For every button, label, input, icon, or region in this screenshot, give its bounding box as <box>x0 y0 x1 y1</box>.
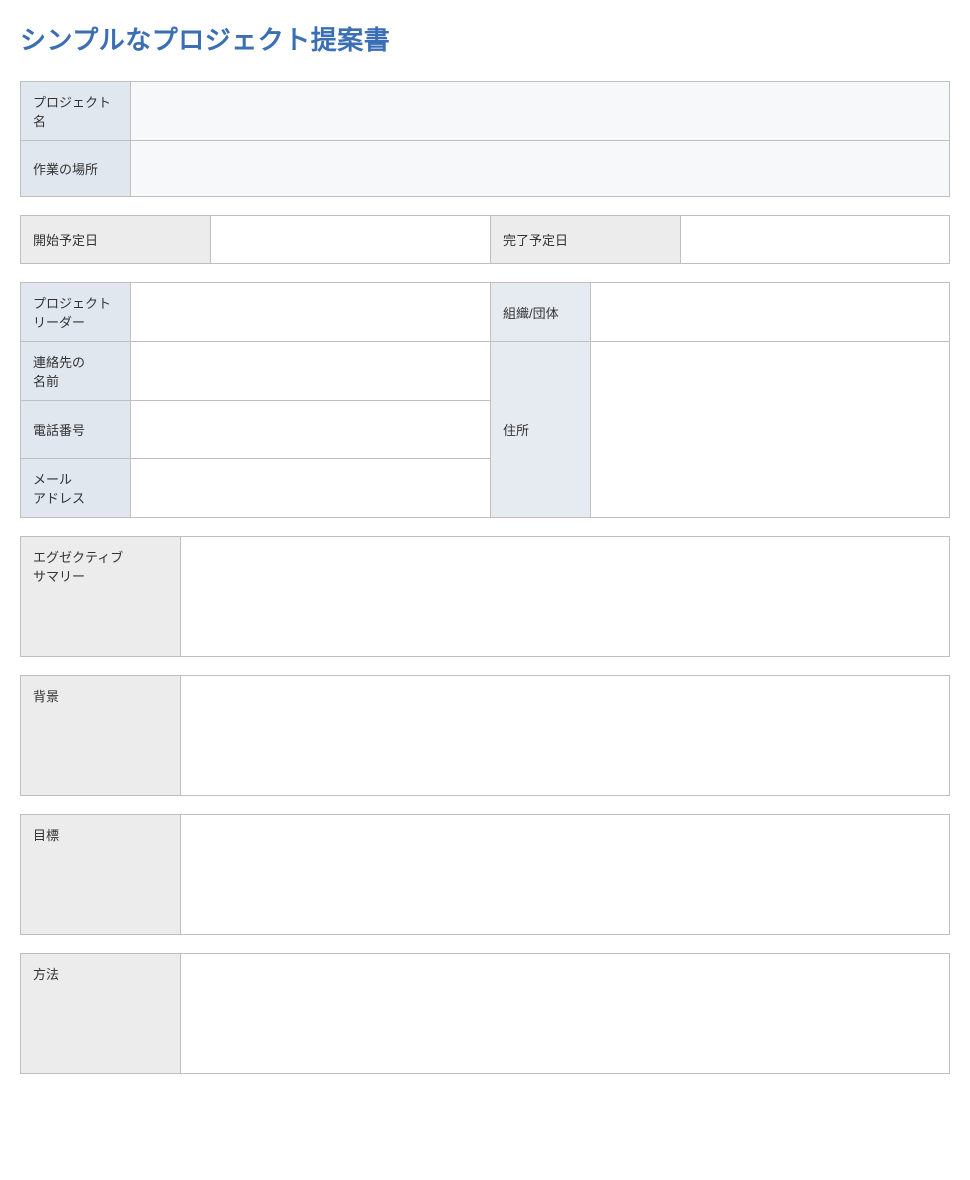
dates-table: 開始予定日 完了予定日 <box>20 215 950 264</box>
document-title: シンプルなプロジェクト提案書 <box>20 20 950 57</box>
end-date-label: 完了予定日 <box>491 216 681 264</box>
work-location-field[interactable] <box>131 141 950 197</box>
executive-summary-label: エグゼクティブ サマリー <box>21 537 181 657</box>
project-info-table: プロジェクト名 作業の場所 <box>20 81 950 197</box>
org-field[interactable] <box>591 283 950 342</box>
background-field[interactable] <box>181 676 950 796</box>
contact-table: プロジェクト リーダー 組織/団体 連絡先の 名前 住所 電話番号 メール アド… <box>20 282 950 518</box>
address-field[interactable] <box>591 342 950 518</box>
phone-label: 電話番号 <box>21 401 131 459</box>
leader-field[interactable] <box>131 283 491 342</box>
background-table: 背景 <box>20 675 950 796</box>
org-label: 組織/団体 <box>491 283 591 342</box>
work-location-label: 作業の場所 <box>21 141 131 197</box>
goals-table: 目標 <box>20 814 950 935</box>
methods-field[interactable] <box>181 954 950 1074</box>
methods-label: 方法 <box>21 954 181 1074</box>
executive-summary-table: エグゼクティブ サマリー <box>20 536 950 657</box>
phone-field[interactable] <box>131 401 491 459</box>
address-label: 住所 <box>491 342 591 518</box>
goals-field[interactable] <box>181 815 950 935</box>
leader-label: プロジェクト リーダー <box>21 283 131 342</box>
project-name-field[interactable] <box>131 82 950 141</box>
contact-name-field[interactable] <box>131 342 491 401</box>
project-name-label: プロジェクト名 <box>21 82 131 141</box>
end-date-field[interactable] <box>681 216 950 264</box>
contact-name-label: 連絡先の 名前 <box>21 342 131 401</box>
start-date-field[interactable] <box>211 216 491 264</box>
start-date-label: 開始予定日 <box>21 216 211 264</box>
methods-table: 方法 <box>20 953 950 1074</box>
executive-summary-field[interactable] <box>181 537 950 657</box>
goals-label: 目標 <box>21 815 181 935</box>
background-label: 背景 <box>21 676 181 796</box>
email-field[interactable] <box>131 459 491 518</box>
email-label: メール アドレス <box>21 459 131 518</box>
